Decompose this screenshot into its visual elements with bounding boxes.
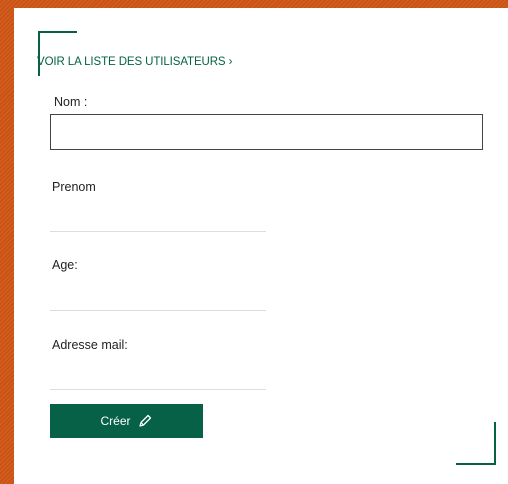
nom-label: Nom : — [54, 95, 88, 109]
pencil-icon — [137, 413, 153, 429]
corner-decoration-bottom-right — [456, 463, 495, 465]
email-input[interactable] — [50, 364, 266, 390]
form-panel: VOIR LA LISTE DES UTILISATEURS › Nom : P… — [14, 8, 508, 484]
corner-decoration-bottom-right-vertical — [494, 422, 496, 465]
corner-decoration-top-left — [38, 31, 77, 33]
prenom-label: Prenom — [52, 180, 96, 194]
age-input[interactable] — [50, 285, 266, 311]
age-label: Age: — [52, 258, 78, 272]
nom-input[interactable] — [50, 114, 483, 150]
prenom-input[interactable] — [50, 206, 266, 232]
create-button-label: Créer — [100, 414, 131, 428]
corner-decoration-top-left-vertical — [38, 31, 40, 76]
create-button[interactable]: Créer — [50, 404, 203, 438]
view-users-list-link[interactable]: VOIR LA LISTE DES UTILISATEURS › — [37, 56, 232, 68]
email-label: Adresse mail: — [52, 338, 128, 352]
